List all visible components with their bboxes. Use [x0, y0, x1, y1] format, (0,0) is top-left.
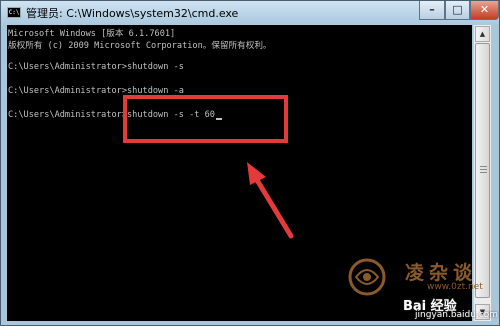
site-logo-icon	[348, 258, 386, 296]
watermark-site-url: www.0zt.net	[427, 282, 483, 292]
baidu-jingyan-url: jingyan.baidu.com	[415, 310, 499, 320]
watermark-site-name: 凌杂谈	[405, 262, 478, 284]
watermark: 凌杂谈 www.0zt.net Bai 经验 jingyan.baidu.com	[345, 255, 499, 321]
